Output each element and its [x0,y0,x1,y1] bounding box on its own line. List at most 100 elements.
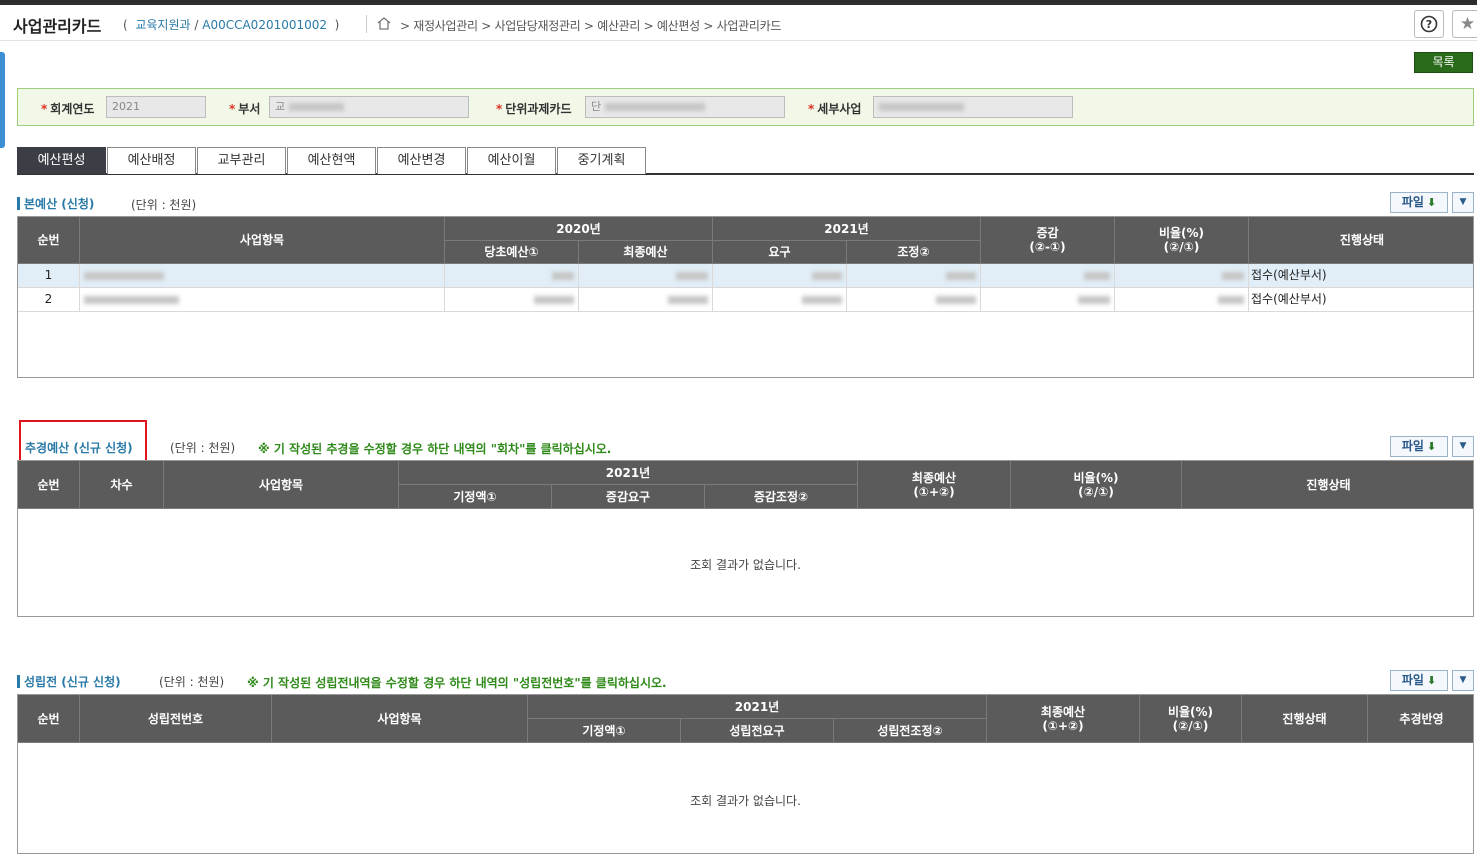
chevron-down-icon: ▼ [1459,441,1467,451]
dropdown-button[interactable]: ▼ [1452,670,1474,691]
chevron-down-icon: ▼ [1459,197,1467,207]
tab-grant-management[interactable]: 교부관리 [197,147,286,174]
filter-panel: * 회계연도 2021 * 부서 교 * 단위과제카드 단 * 세부사업 [17,88,1474,126]
side-panel-handle[interactable] [0,52,5,148]
file-download-button[interactable]: 파일 ⬇ [1390,436,1448,457]
dropdown-button[interactable]: ▼ [1452,192,1474,213]
col-set: 기정액① [399,485,552,509]
unit-label: (단위 : 천원) [159,675,225,689]
col-final: 최종예산 (①+②) [987,695,1140,743]
table-row[interactable]: 2 접수(예산부서) [18,288,1473,312]
cell-seq: 2 [18,288,80,312]
cell-status: 접수(예산부서) [1251,268,1327,282]
tab-budget-carryover[interactable]: 예산이월 [467,147,556,174]
fiscal-year-field[interactable]: 2021 [106,96,206,118]
home-icon[interactable] [376,16,392,31]
svg-text:?: ? [1426,18,1432,31]
file-download-button[interactable]: 파일 ⬇ [1390,670,1448,691]
col-number: 성립전번호 [80,695,272,743]
list-button[interactable]: 목록 [1414,52,1473,73]
col-ratio: 비율(%) (②/①) [1140,695,1242,743]
col-req: 성립전요구 [681,719,834,743]
main-budget-grid: 순번 사업항목 2020년 당초예산① 최종예산 2021년 요구 조정② 증감… [17,216,1474,378]
col-2021: 2021년 [713,217,981,241]
col-status: 진행상태 [1249,217,1473,264]
tab-budget-current[interactable]: 예산현액 [287,147,376,174]
col-final: 최종예산 (①+②) [858,461,1011,509]
col-ratio: 비율(%) (②/①) [1011,461,1182,509]
tab-budget-allocation[interactable]: 예산배정 [107,147,196,174]
file-download-button[interactable]: 파일 ⬇ [1390,192,1448,213]
cell-adjust [847,264,981,288]
col-inc-req: 증감요구 [552,485,705,509]
col-set: 기정액① [528,719,681,743]
col-final: 최종예산 [579,241,713,264]
cell-item[interactable] [80,264,445,288]
dropdown-button[interactable]: ▼ [1452,436,1474,457]
cell-item[interactable] [80,288,445,312]
supp-note: ※ 기 작성된 추경을 수정할 경우 하단 내역의 "회차"를 클릭하십시오. [258,442,612,456]
divider [366,15,367,33]
supp-budget-grid: 순번 차수 사업항목 2021년 기정액① 증감요구 증감조정② 최종예산 (①… [17,460,1474,617]
cell-final [579,264,713,288]
star-icon: ★ [1459,14,1476,34]
col-status: 진행상태 [1182,461,1473,509]
col-seq: 순번 [18,217,80,264]
unit-label: (단위 : 천원) [170,441,236,455]
col-initial: 당초예산① [445,241,579,264]
tab-bar: 예산편성 예산배정 교부관리 예산현액 예산변경 예산이월 중기계획 [17,147,1474,175]
col-adj: 성립전조정② [834,719,987,743]
col-status: 진행상태 [1242,695,1368,743]
tab-budget-change[interactable]: 예산변경 [377,147,466,174]
col-inc-adj: 증감조정② [705,485,858,509]
unit-card-label: * 단위과제카드 [496,102,572,116]
dept-label: * 부서 [229,102,261,116]
col-adjust: 조정② [847,241,981,264]
unit-label: (단위 : 천원) [131,198,197,212]
download-icon: ⬇ [1426,674,1437,687]
col-reflect: 추경반영 [1368,695,1473,743]
cell-change [981,264,1115,288]
download-icon: ⬇ [1426,440,1437,453]
col-2021: 2021년 [528,695,987,719]
tab-budget-plan[interactable]: 예산편성 [17,147,106,174]
page-title: 사업관리카드 [13,17,102,36]
title-context: ( 교육지원과 / A00CCA0201001002 ) [123,18,340,32]
detail-project-label: * 세부사업 [808,102,862,116]
cell-status: 접수(예산부서) [1251,292,1327,306]
cell-ratio [1115,264,1249,288]
breadcrumb: > 재정사업관리 > 사업담당재정관리 > 예산관리 > 예산편성 > 사업관리… [400,19,782,33]
unit-card-field[interactable]: 단 [585,96,785,118]
section-title-pre-budget: 성립전 (신규 신청) [17,673,121,690]
tab-midterm-plan[interactable]: 중기계획 [557,147,646,174]
pre-budget-grid: 순번 성립전번호 사업항목 2021년 기정액① 성립전요구 성립전조정② 최종… [17,694,1474,854]
dept-link[interactable]: 교육지원과 [135,18,190,32]
question-icon: ? [1420,15,1438,33]
dept-field[interactable]: 교 [269,96,469,118]
pre-note: ※ 기 작성된 성립전내역을 수정할 경우 하단 내역의 "성립전번호"를 클릭… [247,676,667,690]
detail-project-field[interactable] [873,96,1073,118]
empty-message: 조회 결과가 없습니다. [690,558,801,572]
table-row[interactable]: 1 접수(예산부서) [18,264,1473,288]
cell-request [713,288,847,312]
col-ratio: 비율(%) (②/①) [1115,217,1249,264]
code-link[interactable]: A00CCA0201001002 [202,18,327,32]
col-round: 차수 [80,461,164,509]
col-seq: 순번 [18,461,80,509]
cell-final [579,288,713,312]
cell-ratio [1115,288,1249,312]
download-icon: ⬇ [1426,196,1437,209]
chevron-down-icon: ▼ [1459,675,1467,685]
cell-adjust [847,288,981,312]
favorite-button[interactable]: ★ [1452,10,1477,38]
col-request: 요구 [713,241,847,264]
help-button[interactable]: ? [1414,10,1444,38]
col-item: 사업항목 [164,461,399,509]
empty-message: 조회 결과가 없습니다. [690,794,801,808]
page-header: 사업관리카드 ( 교육지원과 / A00CCA0201001002 ) > 재정… [0,5,1477,41]
cell-initial [445,288,579,312]
col-2021: 2021년 [399,461,858,485]
cell-initial [445,264,579,288]
col-change: 증감 (②-①) [981,217,1115,264]
col-item: 사업항목 [80,217,445,264]
